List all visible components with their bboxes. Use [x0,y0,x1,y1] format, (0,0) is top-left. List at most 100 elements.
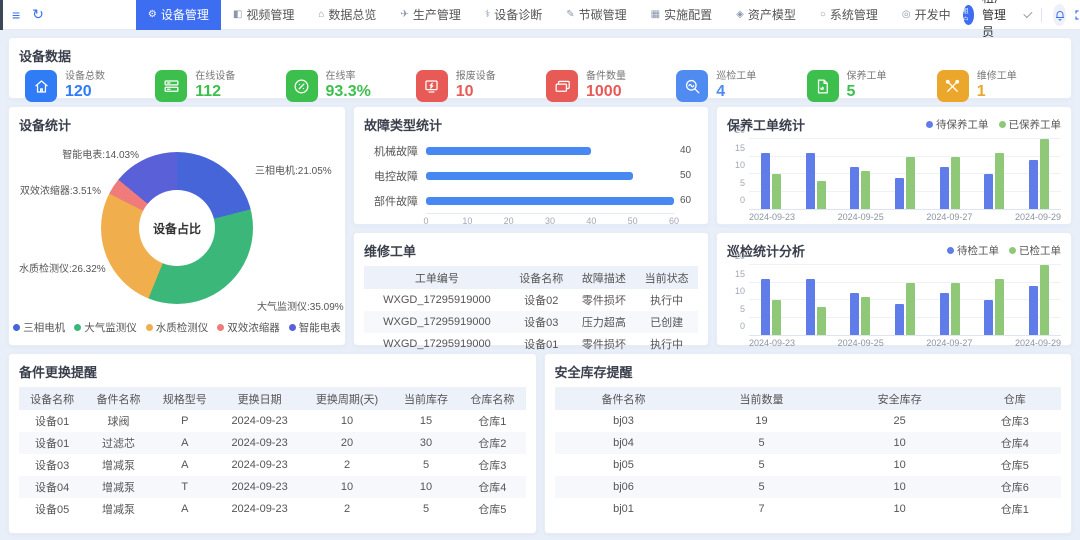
bar-value: 40 [680,145,691,156]
nav-tab[interactable]: ▦实施配置 [639,0,724,30]
legend-item[interactable]: 智能电表 [289,320,341,335]
legend-dot [13,324,20,331]
collapse-menu-icon[interactable]: ≡ [12,7,20,23]
fault-category-label: 部件故障 [364,193,418,209]
y-axis-tick-label: 20 [727,125,745,135]
bar [895,304,904,336]
right-column: 保养工单统计 待保养工单已保养工单 05101520 2024-09-23202… [716,106,1072,346]
x-axis-tick-label [884,210,927,222]
legend-item[interactable]: 大气监测仪 [74,320,137,335]
table-cell: 仓库1 [459,410,525,432]
building-icon [25,70,57,102]
bar [426,147,591,155]
stat-card: 在线设备 112 [149,70,279,102]
bar [951,283,960,336]
table-cell: bj03 [555,410,693,432]
percent-icon [286,70,318,102]
top-navbar: ≡ ↻ ⚙设备管理◧视频管理⌂数据总览✈生产管理⚕设备诊断✎节碳管理▦实施配置◈… [0,0,1080,30]
legend-item[interactable]: 已保养工单 [999,117,1062,132]
nav-tab[interactable]: ◈资产模型 [724,0,808,30]
x-axis-tick-label: 2024-09-29 [1015,210,1061,222]
bar-group [749,138,794,209]
axis-tick-label: 40 [586,216,596,226]
table-cell: 设备01 [19,410,85,432]
stat-value: 10 [456,83,496,101]
table-cell: P [152,410,218,432]
bar [861,297,870,336]
nav-tab[interactable]: ◎开发中 [890,0,963,30]
stat-card: 备件数量 1000 [540,70,670,102]
nav-tab[interactable]: ✈生产管理 [388,0,472,30]
legend-dot [947,247,954,254]
stat-card: 巡检工单 4 [670,70,800,102]
legend-label: 待保养工单 [936,117,989,132]
fault-x-axis: 0102030405060 [426,213,674,227]
table-row: bj06510仓库6 [555,476,1062,498]
y-axis-tick-label: 10 [727,286,745,296]
nav-tab-label: 生产管理 [413,6,461,23]
bar [861,171,870,210]
table-cell: 15 [393,410,459,432]
nav-tab[interactable]: ◧视频管理 [221,0,306,30]
inspection-x-axis: 2024-09-232024-09-252024-09-272024-09-29 [749,336,1061,348]
legend-dot [926,121,933,128]
gear-icon: ⚙ [148,9,157,20]
legend-item[interactable]: 待保养工单 [926,117,989,132]
header-row: 设备名称备件名称规格型号更换日期更换周期(天)当前库存仓库名称 [19,387,526,410]
bar [806,153,815,209]
nav-tab[interactable]: ○系统管理 [808,0,890,30]
stat-label: 维修工单 [977,71,1017,83]
legend-label: 已保养工单 [1009,117,1062,132]
bar [1029,286,1038,335]
bar-value: 60 [680,195,691,206]
maintenance-stats-card: 保养工单统计 待保养工单已保养工单 05101520 2024-09-23202… [716,106,1072,225]
bar [817,181,826,209]
table-row: WXGD_17295919000设备03压力超高已创建 [364,311,698,333]
bar [940,293,949,335]
axis-tick-label: 20 [504,216,514,226]
legend-item[interactable]: 水质检测仪 [146,320,209,335]
pie-label-atmospheric-monitor: 大气监测仪:35.09% [257,298,344,313]
nav-tab[interactable]: ⚕设备诊断 [473,0,554,30]
legend-item[interactable]: 三相电机 [13,320,65,335]
table-cell: WXGD_17295919000 [364,289,510,311]
notification-bell-icon[interactable] [1053,4,1065,26]
model-icon: ◈ [736,9,744,20]
column-header: 安全库存 [831,387,969,410]
table-cell: 设备03 [19,454,85,476]
nav-tab[interactable]: ⚙设备管理 [136,0,221,30]
x-axis-tick-label: 2024-09-25 [838,210,884,222]
avatar[interactable]: 租户 [963,5,974,25]
bar [1040,139,1049,209]
table-cell: 25 [831,410,969,432]
legend-item[interactable]: 待检工单 [947,243,999,258]
table-row: WXGD_17295919000设备01零件损坏执行中 [364,333,698,355]
nav-tab[interactable]: ⌂数据总览 [306,0,388,30]
nav-tab-label: 数据总览 [328,6,376,23]
bar [1029,160,1038,209]
fullscreen-icon[interactable] [1074,9,1080,21]
stat-value: 120 [65,83,105,101]
column-header: 仓库 [969,387,1061,410]
bar-track [426,172,674,180]
fault-category-label: 机械故障 [364,143,418,159]
chevron-down-icon[interactable] [1023,9,1032,18]
axis-tick-label: 0 [423,216,428,226]
stat-card: 报废设备 10 [410,70,540,102]
nav-tab[interactable]: ✎节碳管理 [554,0,638,30]
legend-label: 水质检测仪 [156,320,209,335]
legend-item[interactable]: 已检工单 [1009,243,1061,258]
refresh-icon[interactable]: ↻ [32,6,44,23]
x-axis-tick-label [795,210,838,222]
table-cell: 仓库4 [459,476,525,498]
x-axis-tick-label: 2024-09-25 [838,336,884,348]
donut-legend: 三相电机大气监测仪水质检测仪双效浓缩器智能电表 [19,320,335,337]
parts-icon [546,70,578,102]
table-row: bj031925仓库3 [555,410,1062,432]
stat-card: 设备总数 120 [19,70,149,102]
table-cell: 7 [693,498,831,520]
bar-group [883,138,928,209]
legend-item[interactable]: 双效浓缩器 [217,320,280,335]
column-header: 当前状态 [635,266,698,289]
bar [772,300,781,335]
